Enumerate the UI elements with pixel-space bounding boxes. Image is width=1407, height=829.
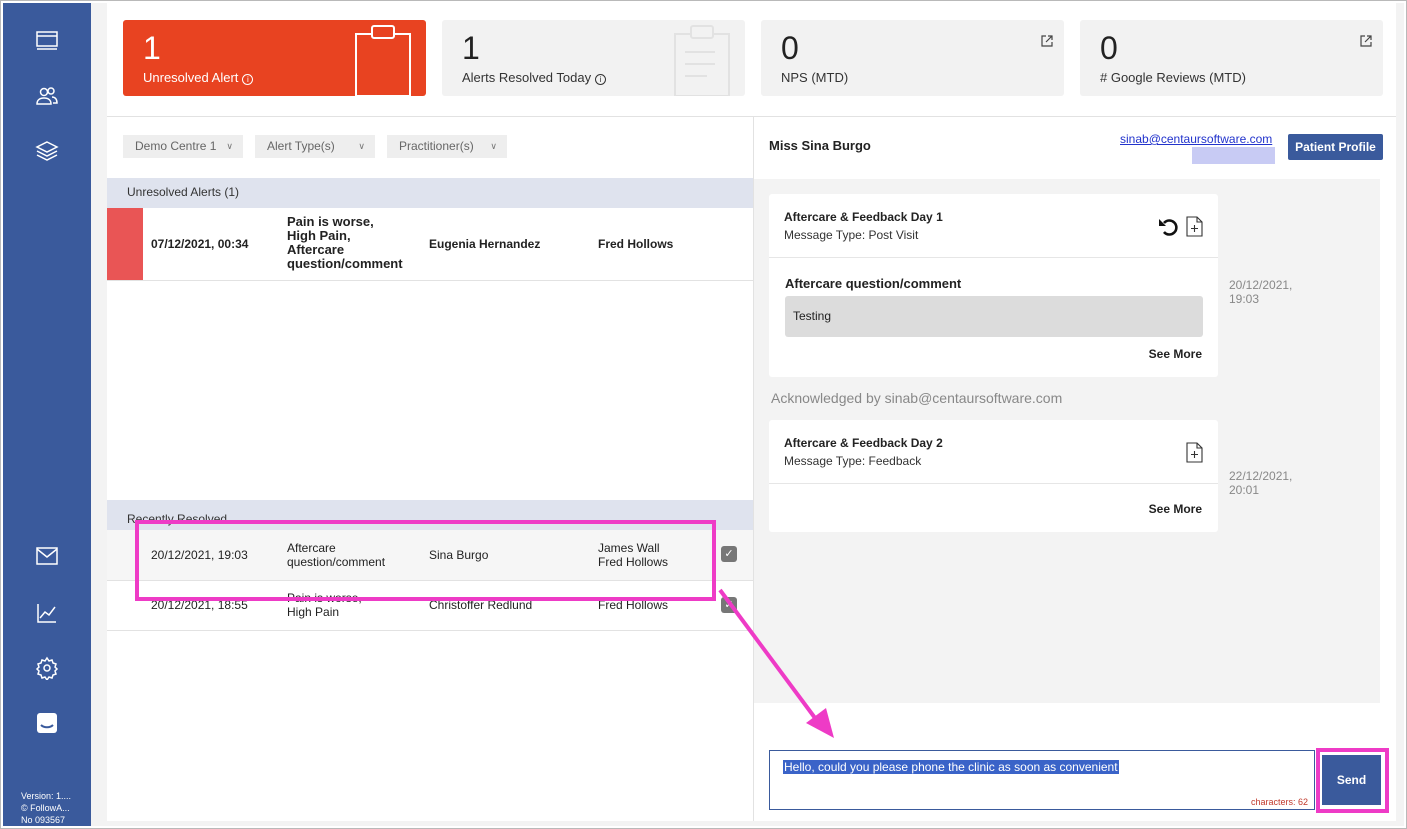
layers-icon[interactable] — [34, 138, 60, 164]
patient-email-link[interactable]: sinab@centaursoftware.com — [1120, 132, 1272, 146]
settings-gear-icon[interactable] — [34, 655, 60, 681]
version-info: Version: 1.... © FollowA... No 093567 — [21, 790, 91, 826]
divider — [769, 483, 1218, 484]
patient-panel: Miss Sina Burgo sinab@centaursoftware.co… — [91, 3, 1404, 826]
version-line: Version: 1.... — [21, 791, 72, 801]
timestamp-line: 20:01 — [1229, 483, 1260, 497]
undo-icon[interactable] — [1158, 217, 1180, 237]
chart-icon[interactable] — [34, 600, 60, 626]
copyright-line: © FollowA... — [21, 803, 70, 813]
number-line: No 093567 — [21, 815, 66, 825]
timestamp-line: 19:03 — [1229, 292, 1260, 306]
chat-icon[interactable] — [34, 710, 60, 736]
see-more-link[interactable]: See More — [1149, 347, 1202, 361]
message-type: Message Type: Post Visit — [784, 228, 919, 242]
message-timestamp: 20/12/2021, 19:03 — [1229, 278, 1292, 306]
patient-name: Miss Sina Burgo — [769, 138, 871, 153]
patient-profile-button[interactable]: Patient Profile — [1288, 134, 1383, 160]
message-title: Aftercare & Feedback Day 2 — [784, 436, 943, 450]
timestamp-line: 22/12/2021, — [1229, 469, 1293, 483]
acknowledged-note: Acknowledged by sinab@centaursoftware.co… — [771, 390, 1063, 406]
character-count: characters: 62 — [1250, 797, 1308, 807]
message-input-text: Hello, could you please phone the clinic… — [783, 760, 1119, 774]
sidebar: Version: 1.... © FollowA... No 093567 — [3, 3, 91, 826]
dashboard-icon[interactable] — [34, 28, 60, 54]
message-input[interactable]: Hello, could you please phone the clinic… — [769, 750, 1315, 810]
message-title: Aftercare & Feedback Day 1 — [784, 210, 943, 224]
add-note-icon[interactable] — [1186, 442, 1203, 463]
add-note-icon[interactable] — [1186, 216, 1203, 237]
email-highlight — [1192, 147, 1275, 164]
message-type: Message Type: Feedback — [784, 454, 922, 468]
annotation-send-highlight — [1316, 748, 1389, 813]
patients-icon[interactable] — [34, 83, 60, 109]
message-actions — [1158, 216, 1203, 237]
message-card: Aftercare & Feedback Day 1 Message Type:… — [769, 194, 1218, 377]
question-title: Aftercare question/comment — [785, 276, 962, 291]
answer-box: Testing — [785, 296, 1203, 337]
message-card: Aftercare & Feedback Day 2 Message Type:… — [769, 420, 1218, 532]
see-more-link[interactable]: See More — [1149, 502, 1202, 516]
timestamp-line: 20/12/2021, — [1229, 278, 1293, 292]
mail-icon[interactable] — [34, 543, 60, 569]
annotation-highlight-box — [135, 520, 716, 601]
message-actions — [1186, 442, 1203, 463]
message-thread: Aftercare & Feedback Day 1 Message Type:… — [754, 179, 1380, 703]
divider — [769, 257, 1218, 258]
message-timestamp: 22/12/2021, 20:01 — [1229, 469, 1292, 497]
